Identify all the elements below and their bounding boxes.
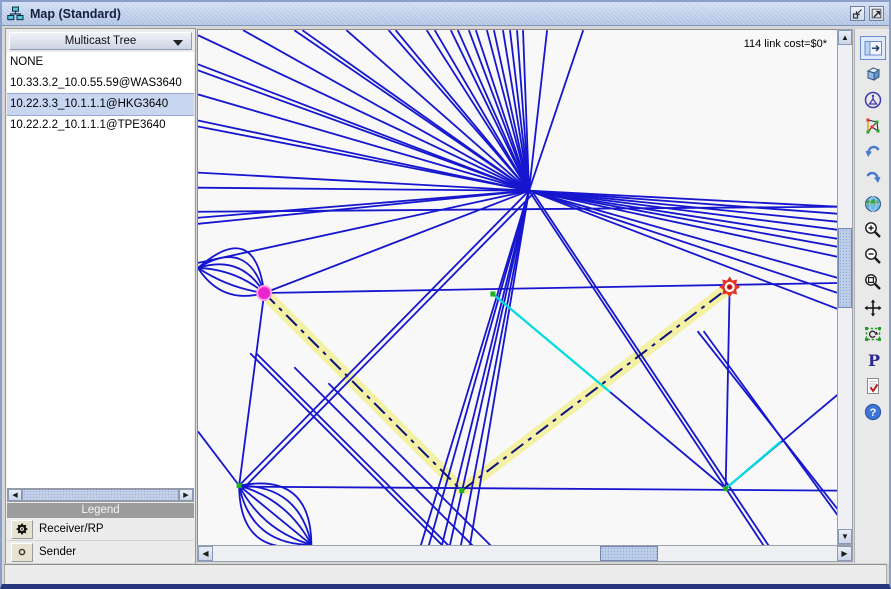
multicast-tree-dropdown[interactable]: Multicast Tree bbox=[9, 32, 192, 50]
report-check-icon bbox=[865, 377, 881, 395]
legend-item: Sender bbox=[7, 541, 194, 564]
redo-button[interactable] bbox=[860, 166, 886, 190]
left-panel-hscroll-thumb[interactable] bbox=[22, 489, 179, 501]
legend-item: Receiver/RP bbox=[7, 518, 194, 541]
sender-node[interactable] bbox=[257, 286, 271, 300]
title-bar[interactable]: Map (Standard) bbox=[2, 2, 889, 26]
zoom-area-icon bbox=[864, 273, 882, 291]
scroll-down-icon[interactable]: ▼ bbox=[838, 529, 852, 544]
undo-button[interactable] bbox=[860, 140, 886, 164]
print-icon: P bbox=[865, 351, 881, 369]
right-toolbar: P? bbox=[854, 29, 891, 563]
panel-toggle-icon bbox=[864, 40, 883, 57]
svg-text:?: ? bbox=[870, 407, 877, 419]
scroll-left-icon[interactable]: ◀ bbox=[8, 489, 22, 501]
circled-figure-button[interactable] bbox=[860, 88, 886, 112]
node-green-4[interactable] bbox=[237, 483, 242, 488]
selection-refresh-icon bbox=[864, 325, 882, 343]
tree-list-item[interactable]: NONE bbox=[7, 52, 194, 73]
selection-refresh-button[interactable] bbox=[860, 322, 886, 346]
circled-figure-icon bbox=[864, 91, 882, 109]
maximize-window-button[interactable] bbox=[869, 6, 884, 21]
zoom-area-button[interactable] bbox=[860, 270, 886, 294]
globe-icon bbox=[864, 195, 882, 213]
chevron-down-icon bbox=[173, 40, 183, 46]
svg-text:P: P bbox=[868, 351, 880, 369]
multicast-tree-dropdown-label: Multicast Tree bbox=[65, 35, 137, 47]
tree-list-item[interactable]: 10.22.2.2_10.1.1.1@TPE3640 bbox=[7, 115, 194, 136]
map-hscrollbar[interactable]: ◀ ▶ bbox=[197, 545, 853, 562]
redo-icon bbox=[864, 170, 882, 187]
link-cost-label: 114 link cost=$0* bbox=[744, 38, 827, 50]
globe-button[interactable] bbox=[860, 192, 886, 216]
zoom-out-button[interactable] bbox=[860, 244, 886, 268]
scroll-right-icon[interactable]: ▶ bbox=[179, 489, 193, 501]
legend-header: Legend bbox=[7, 503, 194, 518]
topology-map[interactable] bbox=[198, 30, 837, 545]
legend-item-label: Sender bbox=[39, 546, 76, 558]
map-hscroll-thumb[interactable] bbox=[600, 546, 658, 561]
map-vscroll-thumb[interactable] bbox=[838, 228, 852, 308]
node-green-3[interactable] bbox=[723, 486, 728, 491]
sitemap-icon bbox=[7, 6, 24, 21]
zoom-in-icon bbox=[864, 221, 882, 239]
receiver-gear-icon bbox=[11, 520, 33, 539]
map-canvas[interactable]: 114 link cost=$0* bbox=[197, 29, 837, 545]
window-title: Map (Standard) bbox=[30, 7, 121, 21]
map-window: Map (Standard) Multicast Tree NONE10.33.… bbox=[0, 0, 891, 589]
node-green-1[interactable] bbox=[490, 292, 495, 297]
topology-button[interactable] bbox=[860, 114, 886, 138]
scroll-left-icon[interactable]: ◀ bbox=[198, 546, 213, 561]
cube-3d-button[interactable] bbox=[860, 62, 886, 86]
pan-button[interactable] bbox=[860, 296, 886, 320]
cube-3d-icon bbox=[864, 66, 882, 82]
sender-circle-icon bbox=[11, 543, 33, 562]
report-check-button[interactable] bbox=[860, 374, 886, 398]
help-button[interactable]: ? bbox=[860, 400, 886, 424]
left-panel-hscrollbar[interactable]: ◀ ▶ bbox=[7, 488, 194, 502]
map-vscrollbar[interactable]: ▲ ▼ bbox=[837, 29, 853, 545]
scroll-up-icon[interactable]: ▲ bbox=[838, 30, 852, 45]
multicast-tree-list: NONE10.33.3.2_10.0.55.59@WAS364010.22.3.… bbox=[7, 52, 194, 488]
receiver-rp-node[interactable] bbox=[728, 285, 732, 289]
topology-icon bbox=[864, 117, 882, 135]
zoom-in-button[interactable] bbox=[860, 218, 886, 242]
panel-toggle-button[interactable] bbox=[860, 36, 886, 60]
tree-list-item[interactable]: 10.33.3.2_10.0.55.59@WAS3640 bbox=[7, 73, 194, 94]
pan-icon bbox=[864, 299, 882, 317]
undo-icon bbox=[864, 144, 882, 161]
help-icon: ? bbox=[864, 403, 882, 421]
legend-item-label: Receiver/RP bbox=[39, 523, 104, 535]
restore-window-button[interactable] bbox=[850, 6, 865, 21]
legend-items: Receiver/RP Sender bbox=[7, 518, 194, 563]
scroll-right-icon[interactable]: ▶ bbox=[837, 546, 852, 561]
status-bar bbox=[4, 564, 887, 585]
left-panel: Multicast Tree NONE10.33.3.2_10.0.55.59@… bbox=[5, 28, 196, 565]
tree-list-item[interactable]: 10.22.3.3_10.1.1.1@HKG3640 bbox=[7, 94, 194, 115]
zoom-out-icon bbox=[864, 247, 882, 265]
print-button[interactable]: P bbox=[860, 348, 886, 372]
node-green-2[interactable] bbox=[459, 488, 464, 493]
